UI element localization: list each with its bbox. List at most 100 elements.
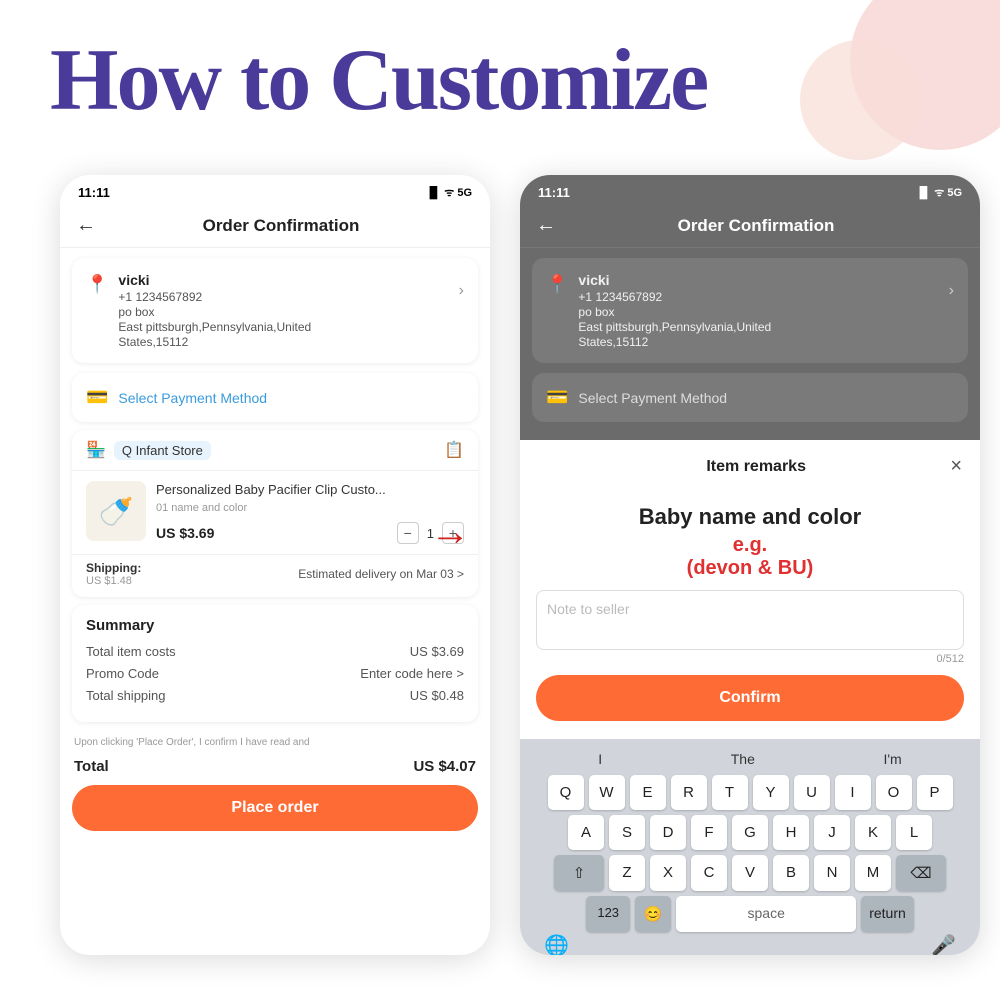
key-k[interactable]: K xyxy=(855,815,891,850)
remarks-annotation: Baby name and color e.g. (devon & BU) xyxy=(536,498,964,590)
key-d[interactable]: D xyxy=(650,815,686,850)
key-j[interactable]: J xyxy=(814,815,850,850)
total-bar-left: Total US $4.07 xyxy=(72,758,478,775)
key-q[interactable]: Q xyxy=(548,775,584,810)
nav-bar-right: ← Order Confirmation xyxy=(520,206,980,248)
store-note-icon-left[interactable]: 📋 xyxy=(444,440,464,460)
key-g[interactable]: G xyxy=(732,815,768,850)
key-t[interactable]: T xyxy=(712,775,748,810)
key-emoji[interactable]: 😊 xyxy=(635,896,671,932)
key-s[interactable]: S xyxy=(609,815,645,850)
back-arrow-right[interactable]: ← xyxy=(536,214,556,237)
key-c[interactable]: C xyxy=(691,855,727,891)
place-order-button-left[interactable]: Place order xyxy=(72,785,478,831)
key-space[interactable]: space xyxy=(676,896,856,932)
key-r[interactable]: R xyxy=(671,775,707,810)
item-costs-label: Total item costs xyxy=(86,644,176,659)
address-chevron-icon-right: › xyxy=(949,282,954,300)
key-f[interactable]: F xyxy=(691,815,727,850)
address-name-left: vicki xyxy=(118,272,311,288)
nav-bar-left: ← Order Confirmation xyxy=(60,206,490,248)
confirm-button[interactable]: Confirm xyxy=(536,675,964,721)
product-image-left: 🍼 xyxy=(86,481,146,541)
store-header-left: 🏪 Q Infant Store 📋 xyxy=(72,430,478,471)
keyboard-suggestions: I The I'm xyxy=(524,747,976,775)
status-bar-right: 11:11 ▐▌ ᯤ 5G xyxy=(520,175,980,206)
suggestion-the[interactable]: The xyxy=(731,751,755,767)
key-return[interactable]: return xyxy=(861,896,914,932)
key-u[interactable]: U xyxy=(794,775,830,810)
remarks-header: Item remarks × xyxy=(520,441,980,488)
item-costs-value: US $3.69 xyxy=(410,644,464,659)
address-chevron-icon: › xyxy=(459,282,464,300)
key-123[interactable]: 123 xyxy=(586,896,630,932)
promo-value[interactable]: Enter code here > xyxy=(360,666,464,681)
payment-label-right: Select Payment Method xyxy=(578,390,727,406)
back-arrow-left[interactable]: ← xyxy=(76,214,96,237)
payment-row-right[interactable]: 💳 Select Payment Method xyxy=(532,373,968,422)
annotation-eg-text: e.g. (devon & BU) xyxy=(536,534,964,580)
payment-icon-right: 💳 xyxy=(546,387,568,408)
address-line2-left: East pittsburgh,Pennsylvania,United xyxy=(118,320,311,334)
key-backspace[interactable]: ⌫ xyxy=(896,855,946,891)
total-shipping-value: US $0.48 xyxy=(410,688,464,703)
product-name-left: Personalized Baby Pacifier Clip Custo... xyxy=(156,481,464,499)
key-m[interactable]: M xyxy=(855,855,891,891)
char-count: 0/512 xyxy=(536,653,964,665)
address-line2-right: East pittsburgh,Pennsylvania,United xyxy=(578,320,771,334)
key-i[interactable]: I xyxy=(835,775,871,810)
qty-decrease-left[interactable]: − xyxy=(397,522,419,544)
key-w[interactable]: W xyxy=(589,775,625,810)
location-pin-icon: 📍 xyxy=(86,274,108,349)
key-b[interactable]: B xyxy=(773,855,809,891)
annotation-big-text: Baby name and color xyxy=(536,504,964,530)
remarks-modal: Item remarks × Baby name and color e.g. … xyxy=(520,441,980,955)
store-section-left: 🏪 Q Infant Store 📋 🍼 Personalized Baby P… xyxy=(72,430,478,597)
globe-icon[interactable]: 🌐 xyxy=(544,933,569,956)
phone-left: 11:11 ▐▌ ᯤ 5G ← Order Confirmation 📍 vic… xyxy=(60,175,490,955)
key-o[interactable]: O xyxy=(876,775,912,810)
total-label-left: Total xyxy=(74,758,109,775)
suggestion-i[interactable]: I xyxy=(598,751,602,767)
product-variant-left: 01 name and color xyxy=(156,502,464,514)
remarks-body: Baby name and color e.g. (devon & BU) No… xyxy=(520,488,980,739)
keyboard-row-2: A S D F G H J K L xyxy=(524,815,976,850)
keyboard-bottom: 🌐 🎤 xyxy=(524,937,976,951)
address-card-left[interactable]: 📍 vicki +1 1234567892 po box East pittsb… xyxy=(72,258,478,363)
key-p[interactable]: P xyxy=(917,775,953,810)
product-info-left: Personalized Baby Pacifier Clip Custo...… xyxy=(156,481,464,544)
store-name-badge-left[interactable]: Q Infant Store xyxy=(114,441,211,460)
shipping-delivery-left: Estimated delivery on Mar 03 > xyxy=(298,567,464,581)
key-v[interactable]: V xyxy=(732,855,768,891)
keyboard: I The I'm Q W E R T Y U I O P A S D F xyxy=(520,739,980,955)
bg-decoration-2 xyxy=(800,40,920,160)
location-pin-icon-right: 📍 xyxy=(546,274,568,349)
address-card-right[interactable]: 📍 vicki +1 1234567892 po box East pittsb… xyxy=(532,258,968,363)
mic-icon[interactable]: 🎤 xyxy=(931,933,956,956)
key-y[interactable]: Y xyxy=(753,775,789,810)
remarks-title: Item remarks xyxy=(562,458,950,476)
keyboard-row-4: 123 😊 space return xyxy=(524,896,976,932)
key-h[interactable]: H xyxy=(773,815,809,850)
address-line3-left: States,15112 xyxy=(118,335,311,349)
payment-row-left[interactable]: 💳 Select Payment Method xyxy=(72,373,478,422)
address-phone-right: +1 1234567892 xyxy=(578,290,771,304)
status-bar-left: 11:11 ▐▌ ᯤ 5G xyxy=(60,175,490,206)
note-to-seller-input[interactable]: Note to seller xyxy=(536,590,964,650)
key-a[interactable]: A xyxy=(568,815,604,850)
summary-section-left: Summary Total item costs US $3.69 Promo … xyxy=(72,605,478,722)
shipping-row-left: Shipping: US $1.48 Estimated delivery on… xyxy=(72,554,478,597)
address-phone-left: +1 1234567892 xyxy=(118,290,311,304)
key-l[interactable]: L xyxy=(896,815,932,850)
key-x[interactable]: X xyxy=(650,855,686,891)
remarks-close-button[interactable]: × xyxy=(950,455,962,478)
product-row-left: 🍼 Personalized Baby Pacifier Clip Custo.… xyxy=(72,471,478,554)
key-z[interactable]: Z xyxy=(609,855,645,891)
key-e[interactable]: E xyxy=(630,775,666,810)
suggestion-im[interactable]: I'm xyxy=(883,751,901,767)
promo-label: Promo Code xyxy=(86,666,159,681)
product-price-left: US $3.69 xyxy=(156,525,214,541)
key-n[interactable]: N xyxy=(814,855,850,891)
key-shift[interactable]: ⇧ xyxy=(554,855,604,891)
address-name-right: vicki xyxy=(578,272,771,288)
